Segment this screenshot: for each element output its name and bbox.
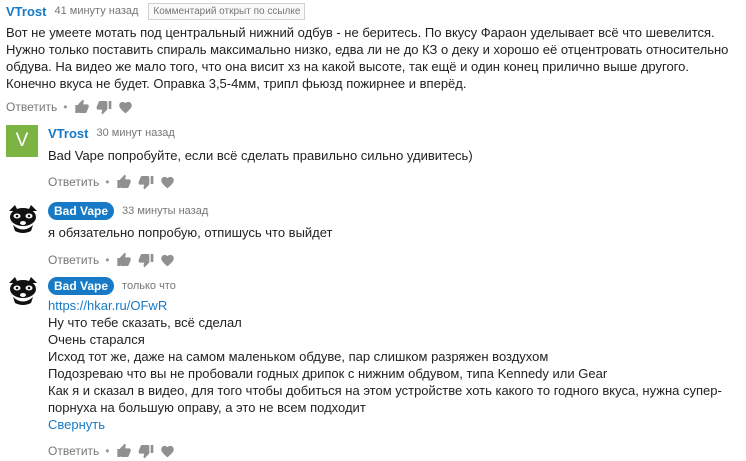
- comment-text: я обязательно попробую, отпишусь что вый…: [48, 225, 333, 240]
- avatar[interactable]: V: [6, 125, 38, 157]
- heart-icon[interactable]: [160, 253, 175, 268]
- raccoon-avatar-icon[interactable]: [6, 273, 40, 307]
- reply-button[interactable]: Ответить: [48, 175, 99, 189]
- comment-3: Bad Vape 33 минуты назад я обязательно п…: [48, 202, 746, 269]
- comment-actions: Ответить •: [48, 442, 746, 460]
- comment-actions: Ответить •: [48, 251, 746, 269]
- heart-icon[interactable]: [118, 100, 133, 115]
- comment-actions: Ответить •: [48, 173, 746, 191]
- thumb-down-icon[interactable]: [96, 99, 112, 115]
- comment-text: Ну что тебе сказать, всё сделал Очень ст…: [48, 315, 722, 415]
- author-name-badge[interactable]: Bad Vape: [48, 277, 115, 295]
- comment-time[interactable]: 30 минут назад: [96, 127, 174, 139]
- comment-text: Вот не умеете мотать под центральный ниж…: [6, 25, 729, 91]
- heart-icon[interactable]: [160, 175, 175, 190]
- comment-header: Bad Vape 33 минуты назад: [48, 202, 746, 220]
- thumb-up-icon[interactable]: [74, 99, 90, 115]
- reply-button[interactable]: Ответить: [48, 444, 99, 458]
- comment-time[interactable]: 33 минуты назад: [122, 205, 208, 217]
- separator-dot: •: [105, 253, 110, 267]
- thumb-up-icon[interactable]: [116, 174, 132, 190]
- author-name[interactable]: VTrost: [6, 4, 46, 19]
- comment-time[interactable]: только что: [122, 280, 176, 292]
- separator-dot: •: [105, 444, 110, 458]
- comment-actions: Ответить •: [6, 98, 746, 116]
- comment-text: Bad Vape попробуйте, если всё сделать пр…: [48, 148, 473, 163]
- heart-icon[interactable]: [160, 444, 175, 459]
- reply-button[interactable]: Ответить: [6, 100, 57, 114]
- thumb-down-icon[interactable]: [138, 443, 154, 459]
- thumb-up-icon[interactable]: [116, 252, 132, 268]
- collapse-button[interactable]: Свернуть: [48, 416, 746, 433]
- comment-1: VTrost 41 минуту назад Комментарий откры…: [6, 2, 746, 116]
- avatar-letter: V: [15, 130, 29, 151]
- linked-comment-badge: Комментарий открыт по ссылке: [148, 2, 306, 20]
- author-name-badge[interactable]: Bad Vape: [48, 202, 115, 220]
- comment-header: VTrost 30 минут назад: [48, 124, 746, 142]
- comment-header: VTrost 41 минуту назад Комментарий откры…: [6, 2, 746, 20]
- comment-4: Bad Vape только что https://hkar.ru/OFwR…: [48, 277, 746, 460]
- thumb-down-icon[interactable]: [138, 174, 154, 190]
- comment-link[interactable]: https://hkar.ru/OFwR: [48, 297, 746, 314]
- separator-dot: •: [105, 175, 110, 189]
- author-name[interactable]: VTrost: [48, 126, 88, 141]
- separator-dot: •: [63, 100, 68, 114]
- comment-header: Bad Vape только что: [48, 277, 746, 295]
- raccoon-avatar-icon[interactable]: [6, 201, 40, 235]
- comment-time[interactable]: 41 минуту назад: [54, 5, 138, 17]
- comment-2: VTrost 30 минут назад Bad Vape попробуйт…: [48, 124, 746, 191]
- thumb-up-icon[interactable]: [116, 443, 132, 459]
- reply-button[interactable]: Ответить: [48, 253, 99, 267]
- thumb-down-icon[interactable]: [138, 252, 154, 268]
